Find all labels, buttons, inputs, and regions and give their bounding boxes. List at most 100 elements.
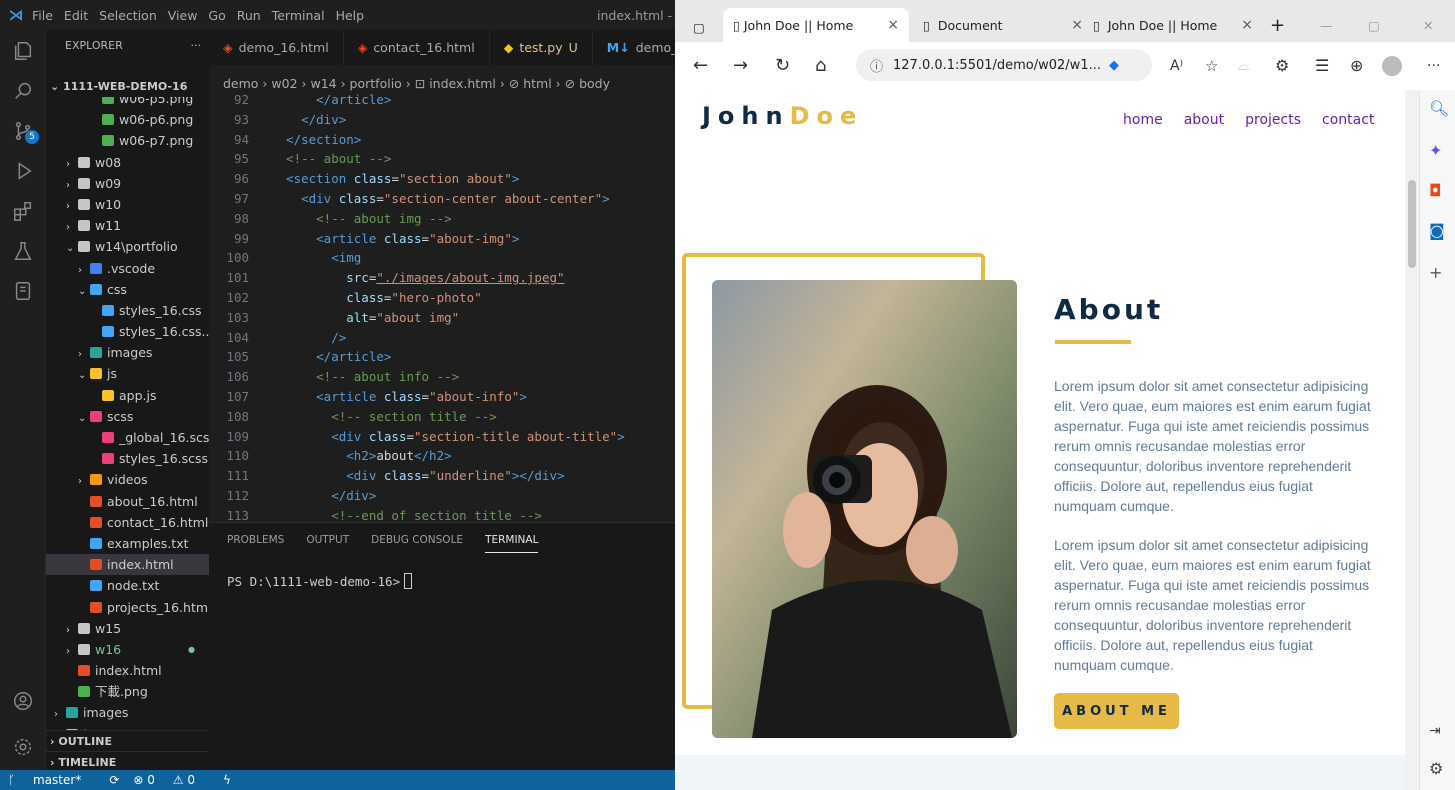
file-tree-item[interactable]: index.html	[46, 554, 209, 576]
run-debug-icon[interactable]	[0, 154, 46, 188]
back-icon[interactable]: ←	[693, 56, 708, 76]
search-icon[interactable]: 🔍︎	[1429, 100, 1449, 118]
panel-tab-output[interactable]: OUTPUT	[306, 528, 349, 552]
home-icon[interactable]: ⌂	[815, 56, 826, 76]
file-tree-item[interactable]: › videos	[46, 469, 209, 490]
browser-tab-3[interactable]: ▯ John Doe || Home ×	[1093, 12, 1253, 38]
branch-status[interactable]: ᚴ master*	[8, 773, 95, 787]
file-tree-item[interactable]: about_16.html	[46, 491, 209, 512]
file-tree-item[interactable]: projects_16.html	[46, 597, 209, 618]
address-bar[interactable]: ⓘ 127.0.0.1:5501/demo/w02/w1... ◆	[856, 49, 1152, 81]
file-tree-item[interactable]: examples.txt	[46, 533, 209, 554]
browser-tab-1[interactable]: ▯ John Doe || Home ×	[723, 8, 909, 42]
editor-tab[interactable]: ◈ contact_16.html	[344, 30, 490, 65]
outline-section[interactable]: › OUTLINE	[46, 730, 209, 751]
menu-run[interactable]: Run	[237, 8, 261, 23]
file-tree-item[interactable]: › images	[46, 342, 209, 363]
extension-icon[interactable]: ◆	[1109, 58, 1119, 73]
tab-actions-icon[interactable]: ▢	[693, 14, 705, 40]
new-tab-icon[interactable]: +	[1270, 12, 1285, 38]
extensions-puzzle-icon[interactable]: ⚙	[1275, 56, 1289, 76]
file-tree-item[interactable]: › w08	[46, 152, 209, 173]
file-tree-item[interactable]: app.js	[46, 385, 209, 406]
close-tab-icon[interactable]: ×	[887, 17, 899, 33]
close-tab-icon[interactable]: ×	[1071, 17, 1083, 33]
file-tree-item[interactable]: index.html	[46, 660, 209, 681]
maximize-icon[interactable]: ▢	[1368, 12, 1380, 38]
file-tree-item[interactable]: styles_16.css....	[46, 321, 209, 342]
minimize-icon[interactable]: —	[1320, 12, 1333, 38]
editor-tab[interactable]: ◈ demo_16.html	[209, 30, 344, 65]
favorites-list-icon[interactable]: ☰	[1315, 56, 1329, 76]
remote-explorer-icon[interactable]	[0, 274, 46, 308]
browser-tab-2[interactable]: ▯ Document ×	[923, 12, 1083, 38]
forward-icon[interactable]: →	[733, 56, 748, 76]
settings-gear-icon[interactable]	[0, 730, 46, 764]
file-tree-item[interactable]: ⌄ css	[46, 279, 209, 300]
code-editor[interactable]: 92 </article> 93 </div> 94 </section> 95 <!…	[209, 90, 675, 522]
close-tab-icon[interactable]: ×	[1241, 17, 1253, 33]
page-scrollbar[interactable]	[1405, 90, 1419, 790]
workspace-root[interactable]: ⌄ 1111-WEB-DEMO-16	[46, 77, 209, 97]
refresh-icon[interactable]: ↻	[775, 56, 790, 76]
file-tree-item[interactable]: ⌄ scss	[46, 406, 209, 427]
more-menu-icon[interactable]: ···	[1427, 56, 1440, 76]
menu-edit[interactable]: Edit	[64, 8, 88, 23]
scrollbar-thumb[interactable]	[1408, 180, 1416, 268]
hide-sidebar-icon[interactable]: ⇥	[1429, 722, 1441, 740]
sidebar-settings-icon[interactable]: ⚙	[1429, 760, 1443, 778]
tracking-icon[interactable]: ⌓	[1238, 56, 1249, 76]
nav-projects[interactable]: projects	[1245, 112, 1301, 128]
sync-icon[interactable]: ⟳	[109, 773, 119, 787]
file-tree-item[interactable]: › w16 ●	[46, 639, 209, 660]
search-icon[interactable]	[0, 74, 46, 108]
menu-terminal[interactable]: Terminal	[272, 8, 325, 23]
editor-tab[interactable]: ◆ test.py U	[490, 30, 593, 65]
explorer-more-button[interactable]: ···	[191, 39, 202, 52]
copilot-icon[interactable]: ✦	[1429, 142, 1442, 160]
file-tree-item[interactable]: › w11	[46, 215, 209, 236]
file-tree-item[interactable]: styles_16.css	[46, 300, 209, 321]
menu-file[interactable]: File	[32, 8, 53, 23]
extensions-icon[interactable]	[0, 194, 46, 228]
profile-avatar[interactable]	[1382, 56, 1402, 76]
file-tree-item[interactable]: styles_16.scss	[46, 448, 209, 469]
file-tree-item[interactable]: ⌄ js	[46, 363, 209, 384]
file-tree-item[interactable]: 下載.png	[46, 681, 209, 702]
file-tree-item[interactable]: › w15	[46, 618, 209, 639]
file-tree-item[interactable]: node.txt	[46, 575, 209, 596]
lightning-icon[interactable]: ϟ	[223, 773, 231, 787]
collections-icon[interactable]: ⊕	[1350, 56, 1363, 76]
file-tree-item[interactable]: › .vscode	[46, 258, 209, 279]
read-aloud-icon[interactable]: A⁾	[1170, 56, 1183, 76]
accounts-icon[interactable]	[0, 684, 46, 718]
file-tree-item[interactable]: w06-p6.png	[46, 109, 209, 130]
about-me-button[interactable]: ABOUT ME	[1054, 693, 1179, 729]
menu-selection[interactable]: Selection	[99, 8, 157, 23]
terminal[interactable]: PS D:\1111-web-demo-16>	[227, 573, 413, 589]
menu-help[interactable]: Help	[336, 8, 365, 23]
explorer-icon[interactable]	[0, 34, 46, 68]
menu-go[interactable]: Go	[208, 8, 225, 23]
nav-contact[interactable]: contact	[1322, 112, 1374, 128]
file-tree-item[interactable]: w06-p7.png	[46, 130, 209, 151]
file-tree-item[interactable]: _global_16.scss	[46, 427, 209, 448]
file-tree-item[interactable]: › w10	[46, 194, 209, 215]
panel-tab-debug-console[interactable]: DEBUG CONSOLE	[371, 528, 463, 552]
window-close-icon[interactable]: ✕	[1423, 12, 1433, 38]
panel-tab-problems[interactable]: PROBLEMS	[227, 528, 284, 552]
add-sidebar-icon[interactable]: +	[1429, 264, 1442, 282]
outlook-icon[interactable]: ◙	[1429, 222, 1445, 240]
nav-home[interactable]: home	[1123, 112, 1163, 128]
nav-about[interactable]: about	[1184, 112, 1224, 128]
source-control-icon[interactable]: 5	[0, 114, 46, 148]
favorite-star-icon[interactable]: ☆	[1205, 56, 1218, 76]
editor-tab[interactable]: M↓ demo_16..	[593, 30, 675, 65]
file-tree-item[interactable]: › images	[46, 702, 209, 723]
testing-icon[interactable]	[0, 234, 46, 268]
menu-view[interactable]: View	[168, 8, 198, 23]
file-tree-item[interactable]: ⌄ w14\portfolio	[46, 236, 209, 257]
file-tree-item[interactable]: contact_16.html	[46, 512, 209, 533]
site-logo[interactable]: JohnDoe	[702, 102, 863, 130]
file-tree-item[interactable]: › w09	[46, 173, 209, 194]
